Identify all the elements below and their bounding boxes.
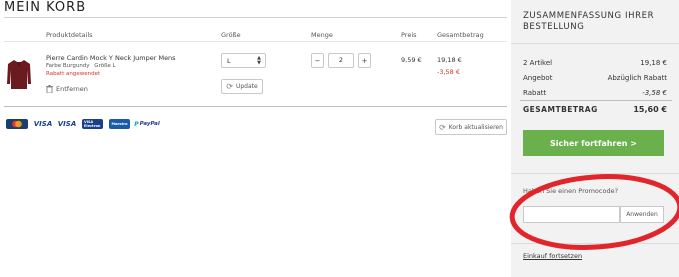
summary-items-label: 2 Artikel xyxy=(523,59,553,67)
summary-offer-label: Angebot xyxy=(523,74,553,82)
header-divider xyxy=(4,41,507,42)
visa-logo: VISA xyxy=(33,120,53,128)
remove-item-label: Entfernen xyxy=(56,85,88,93)
summary-items-value: 19,18 € xyxy=(640,59,667,67)
header-price: Preis xyxy=(401,31,417,39)
refresh-icon: ⟳ xyxy=(439,122,446,132)
product-image[interactable] xyxy=(6,58,32,90)
product-attributes: Farbe Burgundy Größe L xyxy=(46,63,116,69)
paypal-icon: P xyxy=(134,120,139,128)
select-arrows-icon: ▲ ▼ xyxy=(257,55,261,66)
update-cart-button[interactable]: ⟳ Korb aktualisieren xyxy=(435,119,507,135)
refresh-icon: ⟳ xyxy=(226,82,233,91)
visa-logo-2: VISA xyxy=(57,120,77,128)
grand-total-value: 15,60 € xyxy=(633,105,667,114)
summary-total-divider xyxy=(520,100,672,101)
line-total: 19,18 € xyxy=(437,56,462,64)
apply-promo-button[interactable]: Anwenden xyxy=(620,206,664,223)
summary-offer-value: Abzüglich Rabatt xyxy=(607,74,667,82)
visa-electron-logo: VISA Electron xyxy=(82,119,103,129)
checkout-button[interactable]: Sicher fortfahren > xyxy=(523,130,664,156)
header-size: Größe xyxy=(221,31,241,39)
page-title: MEIN KORB xyxy=(4,0,87,15)
product-name[interactable]: Pierre Cardin Mock Y Neck Jumper Mens xyxy=(46,54,176,62)
paypal-logo: P PayPal xyxy=(134,119,160,129)
summary-discount-label: Rabatt xyxy=(523,89,547,97)
summary-divider xyxy=(511,43,679,44)
remove-item-button[interactable]: Entfernen xyxy=(46,85,88,93)
discount-applied-label: Rabatt angewendet xyxy=(46,71,101,77)
grand-total-label: GESAMTBETRAG xyxy=(523,105,598,114)
promo-label: Haben Sie einen Promocode? xyxy=(523,187,619,195)
mastercard-icon xyxy=(12,120,22,128)
size-select-value: L xyxy=(227,57,231,65)
summary-discount-value: -3,58 € xyxy=(642,89,667,97)
item-divider xyxy=(4,106,507,107)
header-product: Produktdetails xyxy=(46,31,93,39)
quantity-increase-button[interactable]: + xyxy=(358,53,371,68)
continue-divider xyxy=(511,243,679,244)
header-quantity: Menge xyxy=(311,31,333,39)
paypal-label: PayPal xyxy=(139,121,160,127)
update-size-label: Update xyxy=(235,83,258,90)
line-total-discount: -3,58 € xyxy=(437,68,461,76)
size-select[interactable]: L ▲ ▼ xyxy=(221,53,266,68)
title-divider xyxy=(4,17,507,18)
maestro-logo: Maestro xyxy=(109,119,130,129)
quantity-decrease-button[interactable]: − xyxy=(311,53,324,68)
payment-methods: VISA VISA VISA Electron Maestro P PayPal xyxy=(6,119,160,129)
summary-title: ZUSAMMENFASSUNG IHRER BESTELLUNG xyxy=(523,11,655,32)
update-cart-label: Korb aktualisieren xyxy=(448,123,503,131)
quantity-input[interactable]: 2 xyxy=(328,53,354,68)
unit-price: 9,59 € xyxy=(401,56,422,64)
continue-shopping-link[interactable]: Einkauf fortsetzen xyxy=(523,252,582,260)
trash-icon xyxy=(46,85,53,93)
header-total: Gesamtbetrag xyxy=(437,31,484,39)
product-size-text: Größe L xyxy=(94,63,116,69)
mastercard-logo xyxy=(6,119,28,129)
promo-divider xyxy=(511,173,679,174)
promo-code-input[interactable] xyxy=(523,206,620,223)
update-size-button[interactable]: ⟳ Update xyxy=(221,79,263,94)
product-color: Farbe Burgundy xyxy=(46,63,90,69)
